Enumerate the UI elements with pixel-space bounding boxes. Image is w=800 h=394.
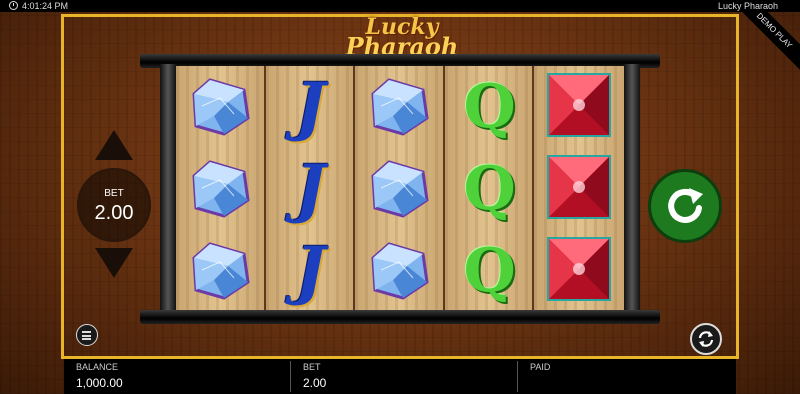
symbol-red-ruby	[534, 230, 624, 312]
bet-footer-label: BET	[303, 362, 321, 372]
symbol-q-letter: Q	[463, 72, 516, 142]
reel-bar-bottom	[140, 310, 660, 324]
clock-icon	[9, 1, 18, 10]
bet-field: BET 2.00	[291, 359, 517, 394]
symbol-q: Q	[445, 230, 535, 312]
clock: 4:01:24 PM	[9, 0, 69, 12]
symbol-blue-diamond	[176, 230, 266, 312]
blue-diamond-icon	[369, 76, 431, 138]
paid-field: PAID	[518, 359, 736, 394]
info-bar: BALANCE 1,000.00 BET 2.00 PAID	[64, 359, 736, 394]
game-title: Lucky Pharaoh	[717, 1, 778, 11]
blue-diamond-icon	[190, 76, 252, 138]
symbol-blue-diamond	[176, 148, 266, 230]
symbol-blue-diamond	[176, 66, 266, 148]
bet-increase-button[interactable]	[95, 130, 133, 160]
symbol-j-letter: J	[295, 69, 326, 144]
reel-4: QQQ	[444, 66, 535, 312]
autoplay-icon	[698, 331, 714, 347]
menu-icon	[82, 331, 91, 333]
symbol-blue-diamond	[355, 66, 445, 148]
symbol-j: J	[266, 148, 356, 230]
menu-button[interactable]	[76, 324, 98, 346]
reel-2: JJJ	[265, 66, 356, 312]
symbol-red-ruby	[534, 148, 624, 230]
red-ruby-icon	[543, 151, 615, 228]
bet-value: 2.00	[94, 202, 134, 224]
balance-field: BALANCE 1,000.00	[64, 359, 290, 394]
symbol-red-ruby	[534, 66, 624, 148]
reel-5	[534, 66, 624, 312]
bet-display: BET 2.00	[77, 168, 151, 242]
blue-diamond-icon	[190, 158, 252, 220]
symbol-q: Q	[445, 66, 535, 148]
red-ruby-icon	[543, 233, 615, 310]
blue-diamond-icon	[190, 240, 252, 302]
blue-diamond-icon	[369, 158, 431, 220]
status-bar: 4:01:24 PM Lucky Pharaoh	[0, 0, 800, 12]
red-ruby-icon	[543, 69, 615, 146]
balance-label: BALANCE	[76, 362, 119, 372]
reel-3	[355, 66, 445, 312]
symbol-j: J	[266, 66, 356, 148]
clock-time: 4:01:24 PM	[22, 1, 69, 11]
spin-button[interactable]	[648, 169, 722, 243]
bet-decrease-button[interactable]	[95, 248, 133, 278]
bet-footer-value: 2.00	[303, 376, 327, 390]
reel-post-right	[624, 64, 640, 314]
symbol-blue-diamond	[355, 148, 445, 230]
bet-label: BET	[104, 188, 124, 199]
symbol-blue-diamond	[355, 230, 445, 312]
reel-area: JJJQQQ	[140, 54, 660, 324]
paid-label: PAID	[530, 362, 551, 372]
reel-1	[176, 66, 266, 312]
symbol-j-letter: J	[295, 233, 326, 308]
symbol-q-letter: Q	[463, 154, 516, 224]
balance-value: 1,000.00	[76, 376, 123, 390]
autoplay-button[interactable]	[690, 323, 722, 355]
symbol-q-letter: Q	[463, 236, 516, 306]
blue-diamond-icon	[369, 240, 431, 302]
spin-arrow-icon	[668, 188, 703, 223]
reel-post-left	[160, 64, 176, 314]
symbol-j: J	[266, 230, 356, 312]
symbol-j-letter: J	[295, 151, 326, 226]
symbol-q: Q	[445, 148, 535, 230]
reels: JJJQQQ	[176, 66, 624, 312]
game-stage: DEMO PLAY Lucky Pharaoh JJJQQQ BET 2.00	[0, 12, 800, 394]
